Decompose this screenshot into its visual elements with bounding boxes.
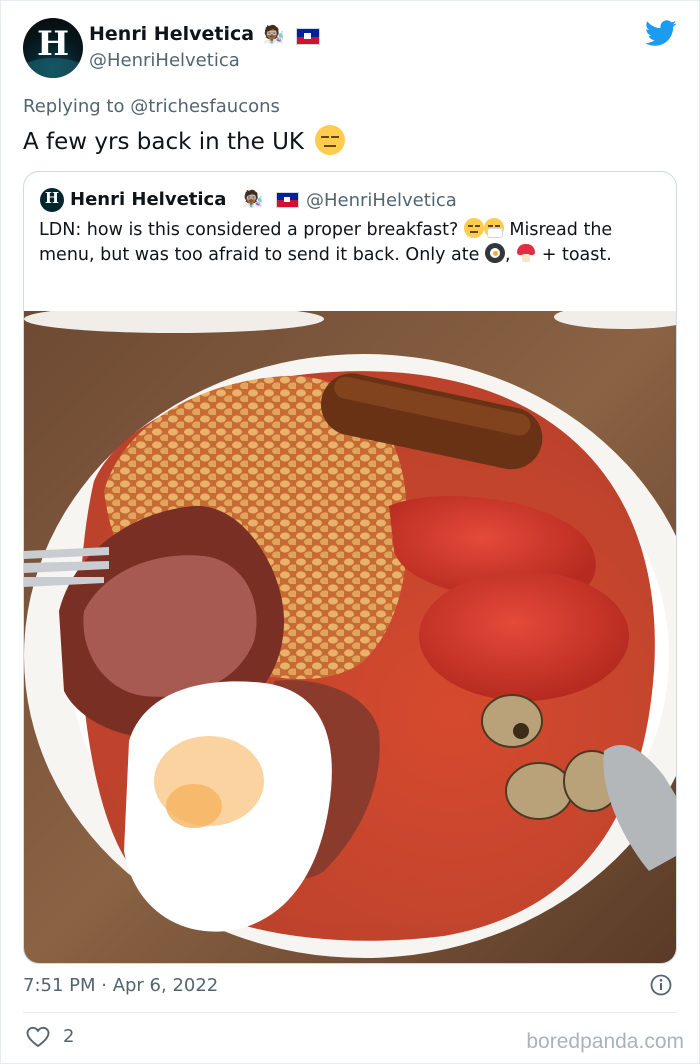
user-handle[interactable]: @HenriHelvetica: [89, 50, 240, 71]
fried-egg-icon: [485, 243, 505, 263]
quoted-tweet[interactable]: H Henri Helvetica 🧑🏾‍🔬 @HenriHelvetica L…: [23, 171, 677, 964]
avatar-letter: H: [36, 24, 70, 64]
watermark: boredpanda.com: [526, 1030, 684, 1053]
tweet-body: A few yrs back in the UK: [23, 129, 304, 155]
quoted-display-name: Henri Helvetica: [70, 189, 227, 210]
display-name[interactable]: Henri Helvetica: [89, 23, 254, 45]
heart-icon[interactable]: [26, 1026, 50, 1048]
quoted-avatar: H: [40, 188, 64, 212]
quoted-handle: @HenriHelvetica: [306, 190, 457, 211]
quoted-text: LDN: how is this considered a proper bre…: [39, 218, 613, 265]
mushroom-icon: [516, 243, 536, 263]
scientist-emoji-icon: 🧑🏾‍🔬: [243, 189, 263, 208]
breakfast-photo[interactable]: [24, 311, 676, 963]
mask-face-icon: [483, 218, 504, 238]
action-divider: [23, 1012, 677, 1013]
avatar[interactable]: H: [23, 18, 83, 78]
haiti-flag-icon: [276, 192, 299, 208]
tweet-timestamp[interactable]: 7:51 PM · Apr 6, 2022: [23, 975, 218, 996]
like-count: 2: [63, 1026, 75, 1047]
expressionless-face-icon: [315, 125, 346, 155]
tweet-text: A few yrs back in the UK: [23, 125, 346, 155]
haiti-flag-icon: [296, 28, 320, 45]
replying-to[interactable]: Replying to @trichesfaucons: [23, 96, 280, 117]
scientist-emoji-icon: 🧑🏾‍🔬: [263, 25, 285, 45]
info-icon[interactable]: [650, 974, 672, 996]
expressionless-face-icon: [463, 218, 484, 238]
twitter-bird-icon[interactable]: [645, 20, 677, 47]
